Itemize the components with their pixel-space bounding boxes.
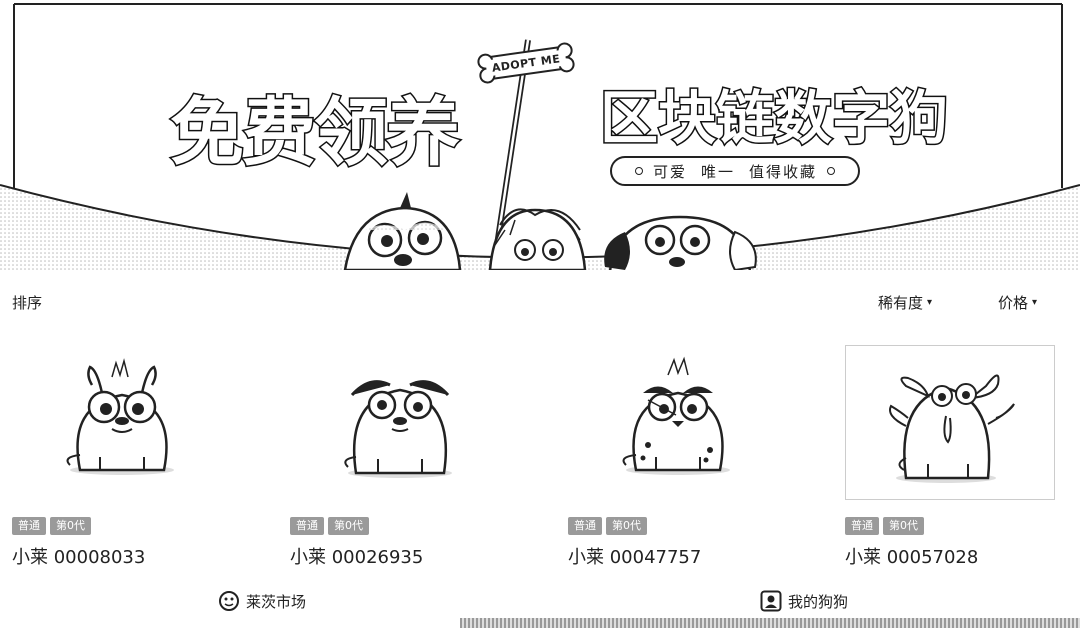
dog-name[interactable]: 小莱 00008033: [12, 543, 145, 569]
nav-market-label: 莱茨市场: [246, 592, 307, 611]
slogan-word-3: 值得收藏: [749, 162, 818, 181]
dog-image[interactable]: [290, 345, 500, 500]
sort-price-label: 价格: [998, 294, 1029, 312]
dog-tags: 普通 第0代: [568, 517, 647, 535]
dog-image[interactable]: [845, 345, 1055, 500]
rarity-tag: 普通: [290, 517, 324, 535]
pill-dot-left: [634, 167, 643, 175]
dog-name[interactable]: 小莱 00057028: [845, 543, 978, 569]
market-icon: [219, 591, 239, 611]
dog-card[interactable]: 普通 第0代 小莱 00026935: [290, 345, 500, 575]
dog-image[interactable]: [568, 345, 778, 500]
sort-caret-icon: ▾: [927, 297, 933, 308]
dog-illustration: [889, 374, 1015, 483]
dog-card[interactable]: 普通 第0代 小莱 00057028: [845, 345, 1055, 575]
dog-tags: 普通 第0代: [845, 517, 924, 535]
generation-tag: 第0代: [883, 517, 924, 535]
sort-bar: 排序 稀有度 ▾ 价格 ▾: [0, 288, 1080, 318]
nav-mine-label: 我的狗狗: [788, 592, 849, 611]
nav-market-button[interactable]: 莱茨市场: [218, 590, 306, 612]
pill-dot-right: [827, 167, 836, 175]
sort-label: 排序: [12, 294, 43, 312]
rarity-tag: 普通: [568, 517, 602, 535]
dog-illustration: [66, 358, 174, 475]
dog-name[interactable]: 小莱 00047757: [568, 543, 701, 569]
sort-by-rarity-button[interactable]: 稀有度 ▾: [878, 292, 932, 313]
dog-card[interactable]: 普通 第0代 小莱 00008033: [12, 345, 222, 575]
generation-tag: 第0代: [606, 517, 647, 535]
slogan-word-2: 唯一: [700, 162, 735, 181]
sort-by-price-button[interactable]: 价格 ▾: [998, 292, 1037, 313]
banner-title-main: 免费领养: [169, 89, 462, 178]
dog-tags: 普通 第0代: [12, 517, 91, 535]
sort-rarity-label: 稀有度: [878, 294, 924, 312]
dog-illustration: [344, 380, 452, 478]
banner-title-sub: 区块链数字狗: [598, 83, 949, 154]
generation-tag: 第0代: [50, 517, 91, 535]
hero-banner: ADOPT ME 免费领养 区块链数字狗 可爱 唯一 值得收藏: [0, 0, 1080, 270]
rarity-tag: 普通: [12, 517, 46, 535]
bottom-nav: 莱茨市场 我的狗狗: [0, 588, 1080, 618]
dog-card[interactable]: 普通 第0代 小莱 00047757: [568, 345, 778, 575]
nav-mine-button[interactable]: 我的狗狗: [760, 590, 848, 612]
user-icon: [760, 590, 782, 612]
slogan-pill: 可爱 唯一 值得收藏: [610, 156, 860, 186]
dog-name[interactable]: 小莱 00026935: [290, 543, 423, 569]
sort-caret-icon: ▾: [1032, 297, 1038, 308]
rarity-tag: 普通: [845, 517, 879, 535]
generation-tag: 第0代: [328, 517, 369, 535]
dog-tags: 普通 第0代: [290, 517, 369, 535]
dog-illustration: [622, 356, 730, 475]
bottom-edge: [460, 618, 1080, 628]
dog-image[interactable]: [12, 345, 222, 500]
slogan-word-1: 可爱: [652, 162, 687, 181]
